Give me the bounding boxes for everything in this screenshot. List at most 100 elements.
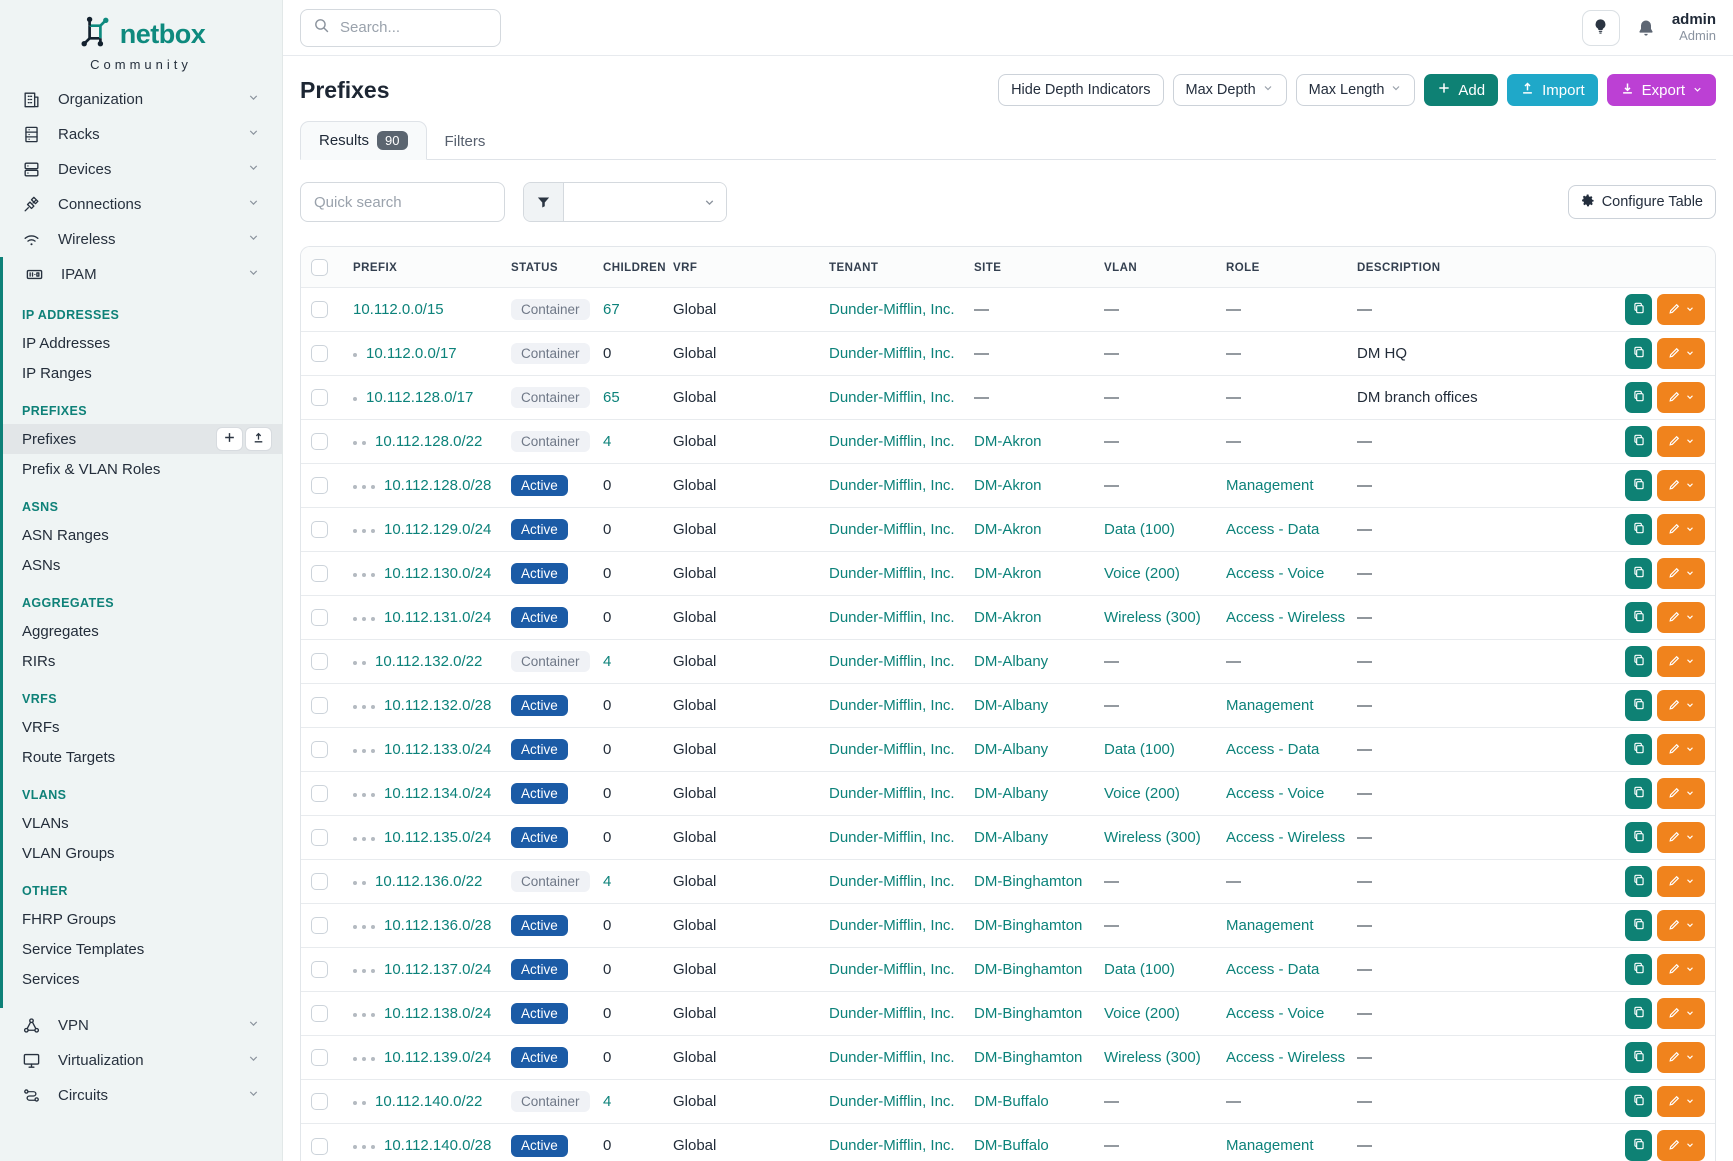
tenant-link[interactable]: Dunder-Mifflin, Inc. [829,741,955,758]
clone-button[interactable] [1625,954,1652,985]
role-link[interactable]: Access - Voice [1226,565,1324,582]
prefix-link[interactable]: 10.112.133.0/24 [384,741,491,758]
clone-button[interactable] [1625,734,1652,765]
edit-button[interactable] [1657,954,1705,985]
prefix-link[interactable]: 10.112.0.0/15 [353,301,444,318]
sidebar-item-prefixes[interactable]: Prefixes [3,424,282,454]
row-checkbox[interactable] [311,917,328,934]
edit-button[interactable] [1657,734,1705,765]
max-depth-dropdown[interactable]: Max Depth [1173,74,1287,106]
clone-button[interactable] [1625,558,1652,589]
edit-button[interactable] [1657,1042,1705,1073]
clone-button[interactable] [1625,910,1652,941]
prefix-link[interactable]: 10.112.134.0/24 [384,785,491,802]
edit-button[interactable] [1657,690,1705,721]
vlan-link[interactable]: Data (100) [1104,961,1175,978]
max-length-dropdown[interactable]: Max Length [1296,74,1416,106]
row-checkbox[interactable] [311,653,328,670]
role-link[interactable]: Access - Voice [1226,1005,1324,1022]
prefix-link[interactable]: 10.112.140.0/28 [384,1137,491,1154]
clone-button[interactable] [1625,382,1652,413]
clone-button[interactable] [1625,1042,1652,1073]
edit-button[interactable] [1657,910,1705,941]
sidebar-item-organization[interactable]: Organization [0,82,282,117]
row-checkbox[interactable] [311,1093,328,1110]
edit-button[interactable] [1657,866,1705,897]
configure-table-button[interactable]: Configure Table [1568,185,1716,219]
clone-button[interactable] [1625,690,1652,721]
prefix-link[interactable]: 10.112.131.0/24 [384,609,491,626]
column-header-status[interactable]: STATUS [501,247,593,288]
tenant-link[interactable]: Dunder-Mifflin, Inc. [829,1137,955,1154]
sidebar-item-connections[interactable]: Connections [0,187,282,222]
prefix-link[interactable]: 10.112.135.0/24 [384,829,491,846]
site-link[interactable]: DM-Binghamton [974,917,1082,934]
sidebar-item-prefix-vlan-roles[interactable]: Prefix & VLAN Roles [3,454,282,484]
role-link[interactable]: Access - Voice [1226,785,1324,802]
column-header-prefix[interactable]: PREFIX [343,247,501,288]
clone-button[interactable] [1625,998,1652,1029]
children-count-link[interactable]: 4 [603,433,611,450]
role-link[interactable]: Management [1226,697,1314,714]
sidebar-item-virtualization[interactable]: Virtualization [0,1043,282,1078]
sidebar-item-services[interactable]: Services [3,964,282,994]
prefix-link[interactable]: 10.112.137.0/24 [384,961,491,978]
sidebar-item-asn-ranges[interactable]: ASN Ranges [3,520,282,550]
sidebar-item-rirs[interactable]: RIRs [3,646,282,676]
children-count-link[interactable]: 4 [603,873,611,890]
site-link[interactable]: DM-Albany [974,829,1048,846]
row-checkbox[interactable] [311,785,328,802]
prefix-link[interactable]: 10.112.128.0/22 [375,433,482,450]
edit-button[interactable] [1657,778,1705,809]
sidebar-item-wireless[interactable]: Wireless [0,222,282,257]
row-checkbox[interactable] [311,697,328,714]
tenant-link[interactable]: Dunder-Mifflin, Inc. [829,433,955,450]
clone-button[interactable] [1625,646,1652,677]
sidebar-item-racks[interactable]: Racks [0,117,282,152]
clone-button[interactable] [1625,866,1652,897]
role-link[interactable]: Access - Wireless [1226,829,1345,846]
edit-button[interactable] [1657,998,1705,1029]
role-link[interactable]: Management [1226,477,1314,494]
quick-add-button[interactable] [216,427,243,451]
row-checkbox[interactable] [311,345,328,362]
column-header-tenant[interactable]: TENANT [819,247,964,288]
prefix-link[interactable]: 10.112.136.0/28 [384,917,491,934]
role-link[interactable]: Access - Data [1226,521,1319,538]
edit-button[interactable] [1657,338,1705,369]
export-button[interactable]: Export [1607,74,1716,106]
prefix-link[interactable]: 10.112.130.0/24 [384,565,491,582]
tenant-link[interactable]: Dunder-Mifflin, Inc. [829,829,955,846]
edit-button[interactable] [1657,382,1705,413]
user-menu[interactable]: admin Admin [1672,11,1716,43]
site-link[interactable]: DM-Buffalo [974,1093,1049,1110]
site-link[interactable]: DM-Binghamton [974,1005,1082,1022]
tenant-link[interactable]: Dunder-Mifflin, Inc. [829,1049,955,1066]
row-checkbox[interactable] [311,433,328,450]
row-checkbox[interactable] [311,961,328,978]
role-link[interactable]: Access - Data [1226,961,1319,978]
row-checkbox[interactable] [311,477,328,494]
tenant-link[interactable]: Dunder-Mifflin, Inc. [829,785,955,802]
vlan-link[interactable]: Wireless (300) [1104,1049,1201,1066]
netbox-logo[interactable]: netbox Community [0,0,282,82]
column-header-description[interactable]: DESCRIPTION [1347,247,1609,288]
site-link[interactable]: DM-Akron [974,565,1042,582]
clone-button[interactable] [1625,1130,1652,1161]
row-checkbox[interactable] [311,301,328,318]
prefix-link[interactable]: 10.112.140.0/22 [375,1093,482,1110]
edit-button[interactable] [1657,470,1705,501]
sidebar-item-asns[interactable]: ASNs [3,550,282,580]
sidebar-item-fhrp-groups[interactable]: FHRP Groups [3,904,282,934]
edit-button[interactable] [1657,1086,1705,1117]
row-checkbox[interactable] [311,565,328,582]
filter-funnel-icon[interactable] [524,183,564,221]
tab-filters[interactable]: Filters [427,124,504,159]
children-count-link[interactable]: 67 [603,301,620,318]
tenant-link[interactable]: Dunder-Mifflin, Inc. [829,389,955,406]
clone-button[interactable] [1625,602,1652,633]
tenant-link[interactable]: Dunder-Mifflin, Inc. [829,961,955,978]
vlan-link[interactable]: Wireless (300) [1104,829,1201,846]
column-header-vlan[interactable]: VLAN [1094,247,1216,288]
prefix-link[interactable]: 10.112.132.0/28 [384,697,491,714]
